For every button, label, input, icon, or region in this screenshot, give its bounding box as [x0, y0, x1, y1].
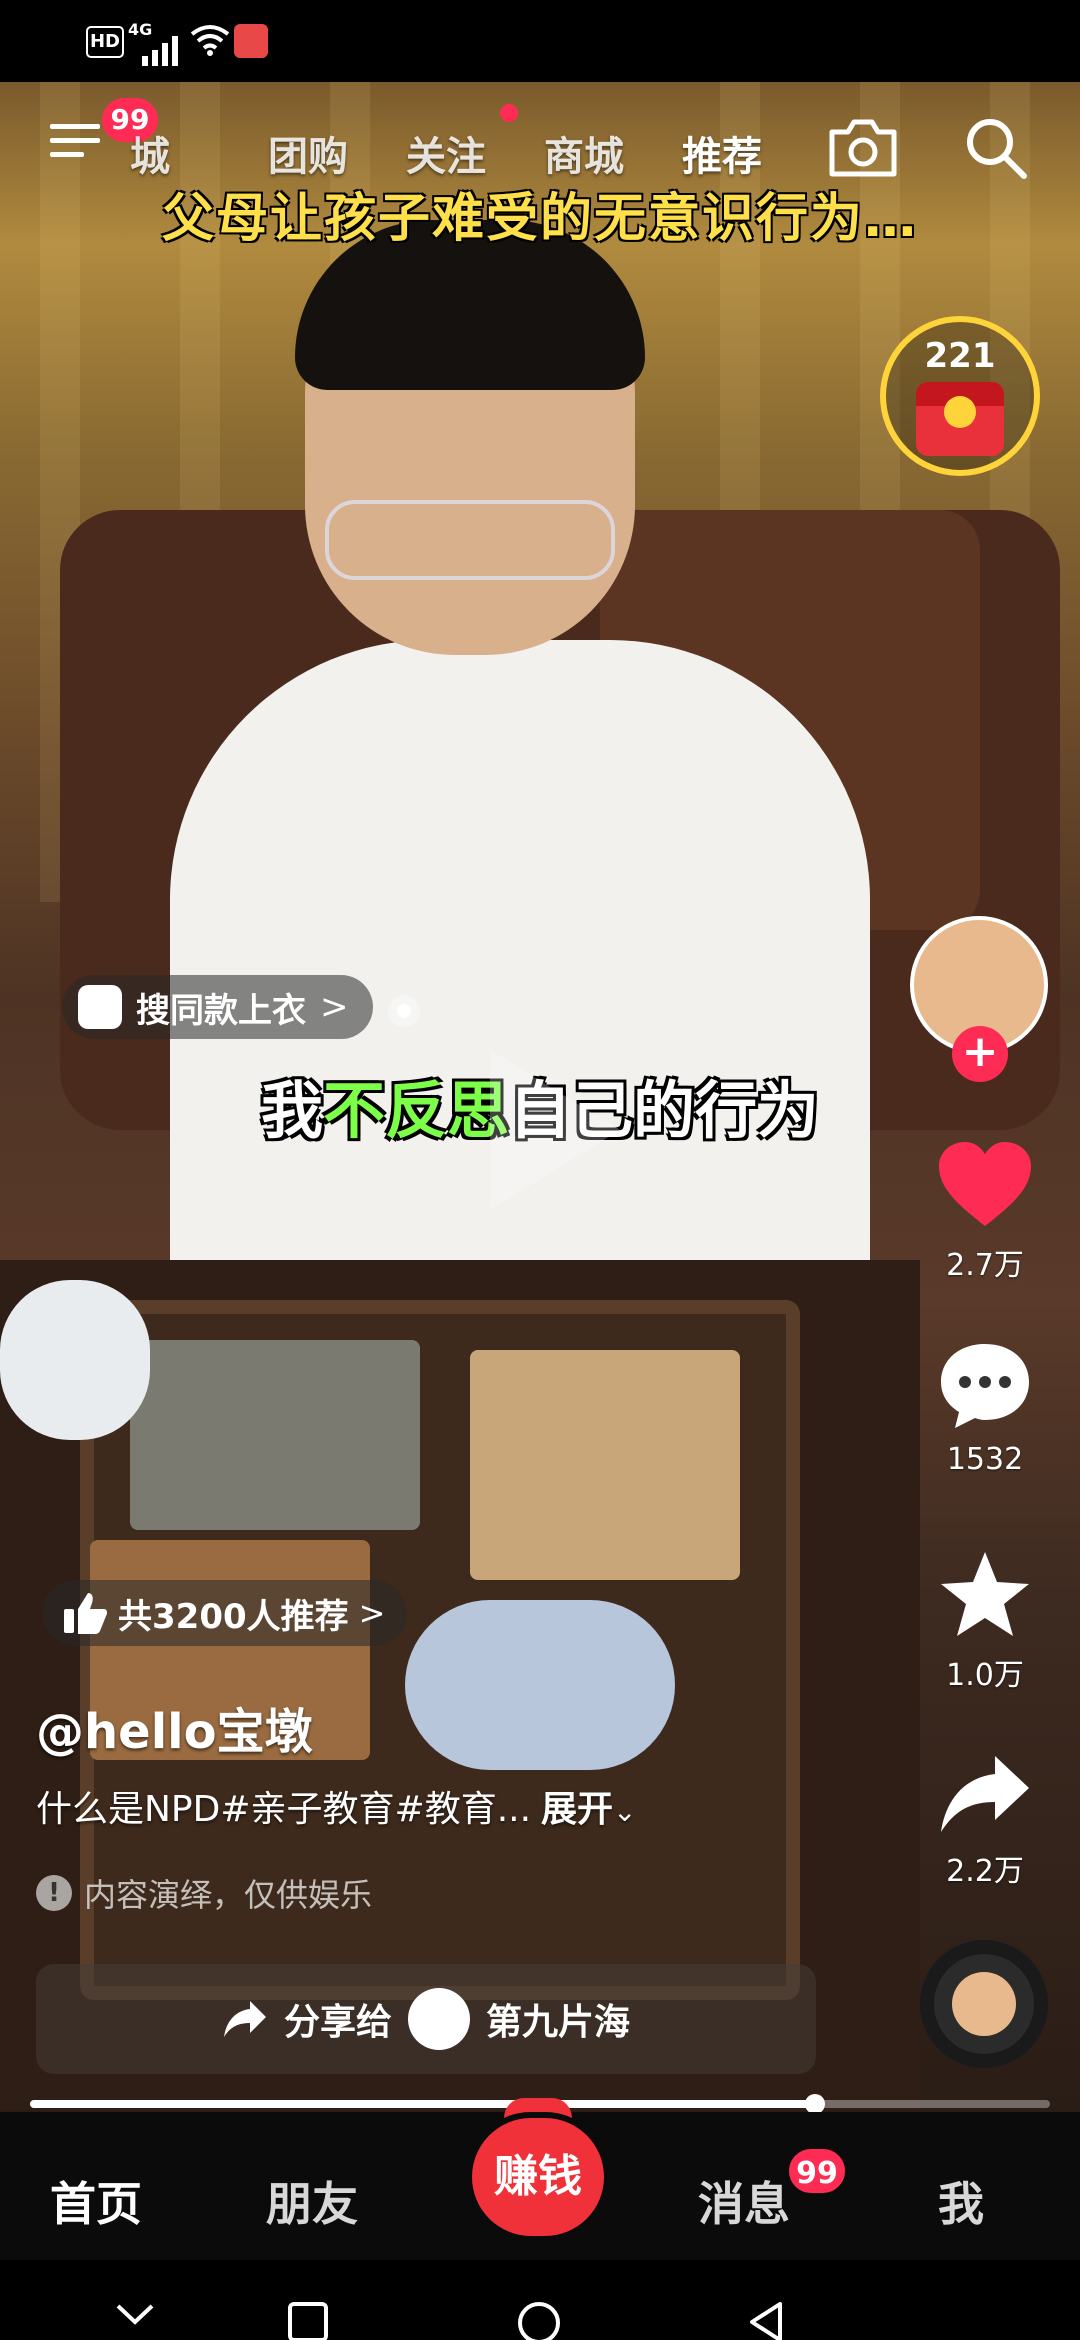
collect-count: 1.0万: [946, 1658, 1024, 1693]
like-button[interactable]: 2.7万: [920, 1140, 1050, 1284]
video-progress-knob[interactable]: [805, 2094, 825, 2114]
teapot: [0, 1280, 150, 1440]
reward-count: 221: [924, 336, 996, 376]
search-chip-label: 搜同款上衣: [136, 990, 306, 1031]
tab-friends[interactable]: 朋友: [266, 2168, 358, 2234]
hd-badge: HD: [86, 26, 124, 58]
play-icon: [490, 1050, 620, 1210]
chevron-down-icon: ⌄: [613, 1795, 637, 1828]
notification-dot: [500, 104, 518, 122]
comment-icon: [941, 1344, 1029, 1428]
subtitle-text: 我: [260, 1074, 323, 1147]
tab-tuijian[interactable]: 推荐: [682, 124, 762, 182]
tab-home[interactable]: 首页: [50, 2168, 142, 2234]
share-count: 2.2万: [946, 1854, 1024, 1889]
disclaimer: ! 内容演绎，仅供娱乐: [36, 1870, 372, 1916]
video-description: 什么是NPD#亲子教育#教育... 展开⌄: [36, 1780, 637, 1832]
recents-icon[interactable]: [286, 2300, 330, 2340]
friend-name: 第九片海: [486, 2002, 631, 2043]
camera-icon[interactable]: [826, 118, 900, 180]
peanuts: [470, 1350, 740, 1580]
tab-guanzhu[interactable]: 关注: [406, 124, 486, 182]
tab-me[interactable]: 我: [938, 2168, 984, 2234]
envelope-coin: [944, 396, 976, 428]
description-text: 什么是NPD#亲子教育#教育...: [36, 1789, 532, 1830]
sunflower-seeds: [130, 1340, 420, 1530]
expand-link[interactable]: 展开: [541, 1789, 613, 1830]
chevron-right-icon: >: [358, 1594, 386, 1632]
shirt-icon: [78, 985, 122, 1029]
recommend-chip[interactable]: 共3200人推荐 >: [42, 1580, 408, 1646]
heart-icon: [939, 1142, 1031, 1226]
glasses: [325, 500, 615, 580]
menu-icon[interactable]: [50, 120, 104, 160]
egg-bowl: [405, 1600, 675, 1770]
reward-widget[interactable]: 221: [880, 316, 1040, 486]
author-name[interactable]: @hello宝墩: [36, 1692, 313, 1762]
tab-shangcheng[interactable]: 商城: [544, 124, 624, 182]
messages-badge: 99: [786, 2146, 848, 2196]
comment-button[interactable]: 1532: [920, 1340, 1050, 1477]
disclaimer-text: 内容演绎，仅供娱乐: [84, 1876, 373, 1914]
follow-button[interactable]: +: [952, 1026, 1008, 1082]
earn-button[interactable]: 赚钱: [472, 2118, 604, 2236]
share-button[interactable]: 2.2万: [920, 1752, 1050, 1890]
tab-messages[interactable]: 消息: [698, 2168, 790, 2234]
hide-keyboard-icon[interactable]: [112, 2300, 158, 2330]
search-same-item-chip[interactable]: 搜同款上衣 >: [62, 975, 373, 1039]
share-arrow-icon: [223, 2001, 266, 2037]
status-bar: HD 4G: [0, 0, 1080, 82]
home-icon[interactable]: [516, 2300, 562, 2340]
search-icon[interactable]: [962, 114, 1030, 182]
friend-avatar: [408, 1988, 470, 2050]
tab-tongcheng[interactable]: 城: [130, 124, 170, 182]
info-icon: !: [36, 1875, 72, 1911]
video-progress-fill: [30, 2100, 815, 2108]
collect-button[interactable]: 1.0万: [920, 1548, 1050, 1694]
share-to-friend-bar[interactable]: 分享给 第九片海: [36, 1964, 816, 2074]
recommend-label: 共3200人推荐: [118, 1596, 349, 1637]
like-count: 2.7万: [946, 1248, 1024, 1283]
wifi-icon: [190, 25, 230, 56]
thumbs-up-icon: [64, 1593, 108, 1634]
app-notification-icon: [234, 24, 268, 58]
star-icon: [941, 1552, 1029, 1636]
share-arrow-icon: [941, 1756, 1029, 1832]
music-disc[interactable]: [920, 1940, 1048, 2068]
comment-count: 1532: [946, 1442, 1024, 1477]
signal-icon: [142, 36, 178, 66]
chevron-right-icon: >: [320, 987, 349, 1027]
music-disc-cover: [952, 1972, 1016, 2036]
video-title: 父母让孩子难受的无意识行为…: [161, 189, 918, 249]
share-bar-label: 分享给: [283, 2002, 392, 2043]
record-indicator-inner: [397, 1004, 411, 1018]
tab-tuangou[interactable]: 团购: [268, 124, 348, 182]
back-icon[interactable]: [744, 2300, 788, 2340]
